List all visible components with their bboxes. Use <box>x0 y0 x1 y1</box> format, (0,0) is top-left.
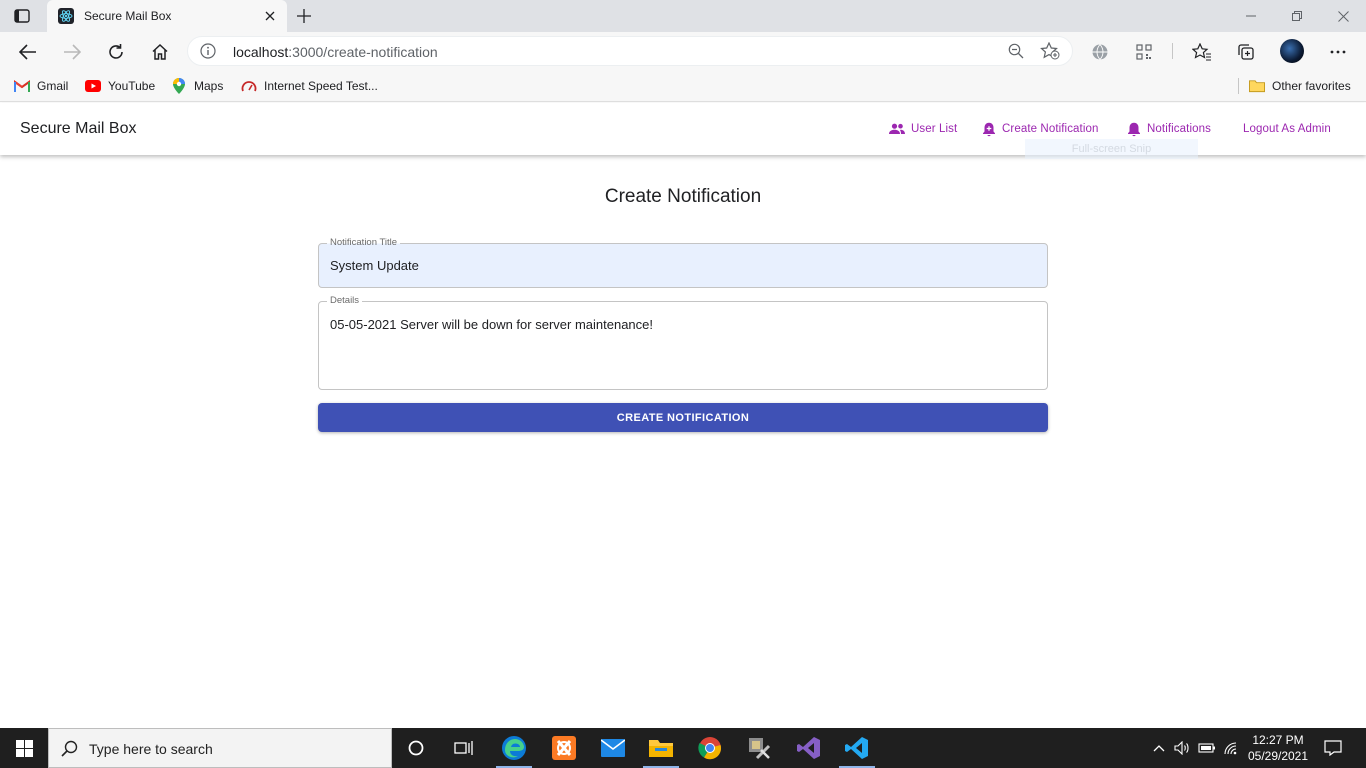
collections-icon[interactable] <box>1233 39 1259 65</box>
windows-start-icon[interactable] <box>0 728 48 768</box>
url-path: :3000/create-notification <box>288 44 438 60</box>
battery-icon[interactable] <box>1197 728 1217 768</box>
file-explorer-taskbar-icon[interactable] <box>637 728 685 768</box>
taskbar-clock[interactable]: 12:27 PM 05/29/2021 <box>1238 732 1318 764</box>
tools-taskbar-icon[interactable] <box>735 728 783 768</box>
minimize-icon[interactable] <box>1228 0 1274 32</box>
other-favorites[interactable]: Other favorites <box>1249 77 1351 95</box>
favorites-bar: Gmail YouTube Maps Internet Speed Test..… <box>0 70 1366 102</box>
browser-tab-bar: Secure Mail Box <box>0 0 1366 32</box>
create-notification-button[interactable]: CREATE NOTIFICATION <box>318 403 1048 432</box>
details-field[interactable]: Details 05-05-2021 Server will be down f… <box>318 295 1048 390</box>
favorite-speed-test[interactable]: Internet Speed Test... <box>241 77 378 95</box>
favorite-label: Maps <box>194 79 224 93</box>
taskbar-search-placeholder: Type here to search <box>89 741 213 757</box>
new-tab-icon[interactable] <box>294 6 314 26</box>
browser-toolbar: localhost:3000/create-notification <box>0 32 1366 70</box>
tab-actions-icon[interactable] <box>12 7 32 25</box>
people-icon <box>889 123 905 135</box>
nav-logout[interactable]: Logout As Admin <box>1243 120 1331 138</box>
url-host: localhost <box>233 44 289 60</box>
close-tab-icon[interactable] <box>261 7 279 25</box>
favorites-icon[interactable] <box>1189 39 1215 65</box>
notification-title-label: Notification Title <box>327 237 401 249</box>
brand-title[interactable]: Secure Mail Box <box>20 120 137 138</box>
favorite-gmail[interactable]: Gmail <box>14 77 68 95</box>
favorite-youtube[interactable]: YouTube <box>85 77 155 95</box>
close-window-icon[interactable] <box>1320 0 1366 32</box>
clock-time: 12:27 PM <box>1252 733 1304 747</box>
nav-label: Create Notification <box>1002 123 1099 135</box>
home-icon[interactable] <box>147 39 173 65</box>
details-label: Details <box>327 295 363 307</box>
url-text: localhost:3000/create-notification <box>233 44 438 60</box>
chevron-up-icon[interactable] <box>1150 728 1168 768</box>
globe-extension-icon[interactable] <box>1087 39 1113 65</box>
nav-create-notification[interactable]: Create Notification <box>982 120 1099 138</box>
folder-icon <box>1249 78 1265 94</box>
tab-title: Secure Mail Box <box>84 9 172 23</box>
mail-taskbar-icon[interactable] <box>589 728 637 768</box>
search-icon <box>61 740 78 762</box>
nav-user-list[interactable]: User List <box>889 120 957 138</box>
favorite-label: Internet Speed Test... <box>264 79 378 93</box>
browser-tab[interactable]: Secure Mail Box <box>47 0 287 32</box>
react-icon <box>58 8 74 24</box>
windows-taskbar: Type here to search 12:27 PM 05/29/2021 <box>0 728 1366 768</box>
favorite-maps[interactable]: Maps <box>171 77 223 95</box>
back-icon[interactable] <box>15 39 41 65</box>
settings-more-icon[interactable] <box>1325 39 1351 65</box>
snip-tooltip: Full-screen Snip <box>1025 139 1198 159</box>
notification-title-input[interactable]: System Update <box>330 258 419 273</box>
add-favorite-icon[interactable] <box>1040 41 1060 65</box>
qr-code-icon[interactable] <box>1131 39 1157 65</box>
xampp-taskbar-icon[interactable] <box>540 728 588 768</box>
address-bar[interactable]: localhost:3000/create-notification <box>187 36 1073 66</box>
forward-icon <box>59 39 85 65</box>
vscode-taskbar-icon[interactable] <box>833 728 881 768</box>
volume-icon[interactable] <box>1172 728 1192 768</box>
details-textarea[interactable]: 05-05-2021 Server will be down for serve… <box>330 317 653 332</box>
clock-date: 05/29/2021 <box>1247 749 1309 763</box>
gmail-icon <box>14 78 30 94</box>
action-center-icon[interactable] <box>1322 728 1344 768</box>
youtube-icon <box>85 78 101 94</box>
favorite-label: YouTube <box>108 79 156 93</box>
speedtest-icon <box>241 78 257 94</box>
nav-label: Notifications <box>1147 123 1211 135</box>
toolbar-divider <box>1172 43 1173 59</box>
other-favorites-label: Other favorites <box>1272 79 1351 93</box>
page-title: Create Notification <box>604 186 762 207</box>
nav-label: User List <box>911 123 958 135</box>
restore-icon[interactable] <box>1274 0 1320 32</box>
chrome-taskbar-icon[interactable] <box>686 728 734 768</box>
task-view-icon[interactable] <box>440 728 488 768</box>
notification-title-field[interactable]: Notification Title System Update <box>318 237 1048 288</box>
bell-plus-icon <box>982 122 996 137</box>
zoom-out-icon[interactable] <box>1008 43 1024 64</box>
visual-studio-taskbar-icon[interactable] <box>785 728 833 768</box>
cortana-icon[interactable] <box>392 728 440 768</box>
taskbar-search-box[interactable]: Type here to search <box>48 728 392 768</box>
nav-notifications[interactable]: Notifications <box>1127 120 1211 138</box>
site-info-icon[interactable] <box>200 43 216 64</box>
favorites-divider <box>1238 78 1239 94</box>
favorite-label: Gmail <box>37 79 69 93</box>
bell-icon <box>1127 122 1141 137</box>
nav-label: Logout As Admin <box>1243 123 1331 135</box>
profile-avatar[interactable] <box>1280 39 1304 63</box>
edge-taskbar-icon[interactable] <box>490 728 538 768</box>
refresh-icon[interactable] <box>103 39 129 65</box>
maps-icon <box>171 78 187 94</box>
